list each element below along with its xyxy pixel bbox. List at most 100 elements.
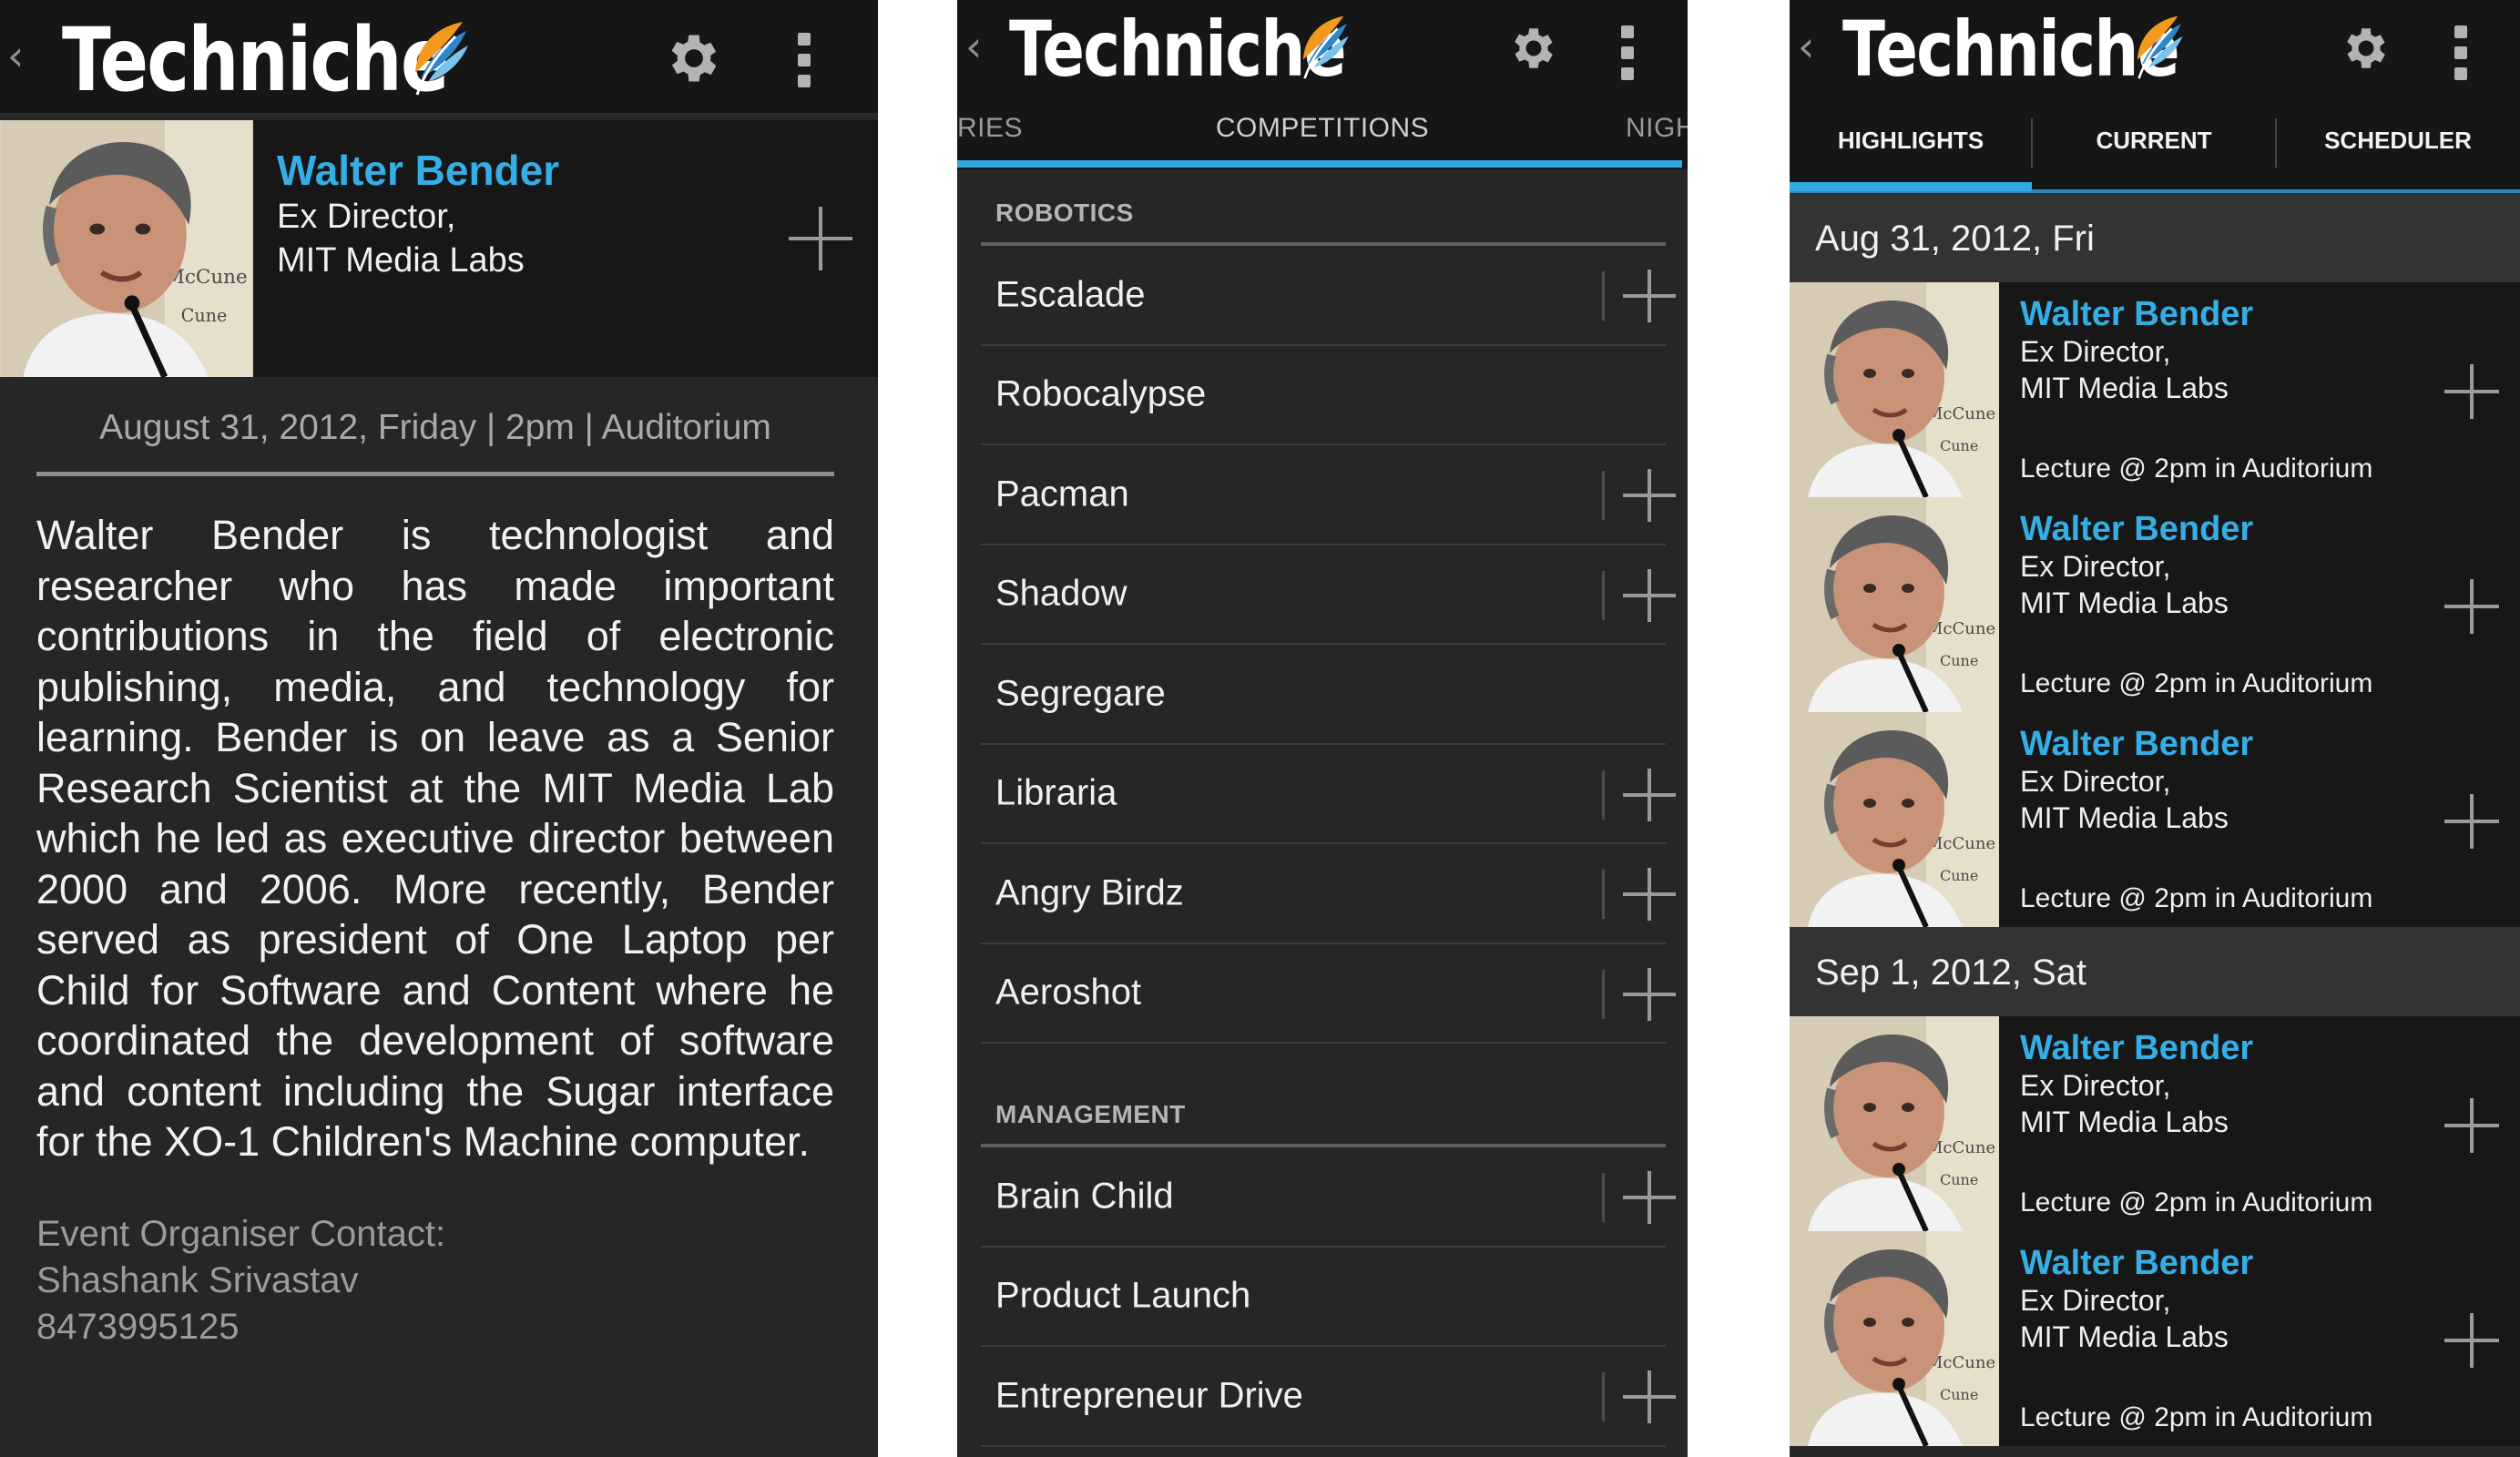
event-speaker-role: Ex Director, MIT Media Labs — [2020, 333, 2229, 406]
speaker-header: Walter Bender Ex Director, MIT Media Lab… — [0, 120, 878, 377]
event-card[interactable]: Walter Bender Ex Director, MIT Media Labs L… — [1790, 497, 2520, 712]
gear-icon[interactable] — [663, 27, 725, 89]
tab-scheduler[interactable]: SCHEDULER — [2276, 95, 2520, 186]
competition-label: Pacman — [995, 474, 1129, 515]
speaker-role: Ex Director, MIT Media Labs — [277, 195, 525, 282]
overflow-menu-icon[interactable] — [2454, 25, 2469, 88]
gear-icon[interactable] — [1507, 22, 1560, 75]
feather-logo-icon — [2131, 13, 2186, 80]
app-brand-title[interactable]: Techniche — [1842, 11, 2180, 87]
speaker-photo — [0, 120, 253, 377]
row-divider — [1602, 969, 1605, 1019]
competition-row[interactable]: Entrepreneur Drive — [981, 1347, 1676, 1447]
section-header: MANAGEMENT — [981, 1071, 1666, 1147]
back-caret-icon[interactable]: ‹ — [1798, 25, 1814, 67]
overflow-menu-icon[interactable] — [798, 33, 812, 96]
plus-icon[interactable] — [2444, 794, 2499, 849]
competition-row[interactable]: Brain Child — [981, 1147, 1676, 1248]
back-caret-icon[interactable]: ‹ — [7, 35, 24, 76]
event-time: Lecture @ 2pm in Auditorium — [2020, 453, 2373, 484]
row-divider — [1602, 1372, 1605, 1421]
competition-label: Libraria — [995, 772, 1117, 813]
tab-highlights[interactable]: HIGHLIGHTS — [1790, 95, 2032, 186]
feather-logo-icon — [1297, 13, 1352, 80]
schedule-tabs: HIGHLIGHTS CURRENT SCHEDULER — [1790, 95, 2520, 193]
event-speaker-name: Walter Bender — [2020, 510, 2254, 548]
app-brand-title[interactable]: Techniche — [62, 16, 449, 104]
event-speaker-role: Ex Director, MIT Media Labs — [2020, 1282, 2229, 1355]
action-bar: ‹ Techniche — [1790, 0, 2520, 95]
competition-row[interactable]: Escalade — [981, 246, 1676, 346]
row-divider — [1602, 570, 1605, 620]
section-title: ROBOTICS — [995, 199, 1134, 227]
event-card[interactable]: Walter Bender Ex Director, MIT Media Labs L… — [1790, 712, 2520, 927]
event-card[interactable]: Walter Bender Ex Director, MIT Media Labs L… — [1790, 282, 2520, 497]
competition-label: Segregare — [995, 673, 1166, 714]
section-header: ROBOTICS — [981, 169, 1666, 246]
competition-row[interactable]: Product Launch — [981, 1248, 1666, 1347]
plus-icon[interactable] — [1623, 1171, 1676, 1224]
contact-label: Event Organiser Contact: — [36, 1214, 446, 1254]
plus-icon[interactable] — [1623, 868, 1676, 921]
tab-current[interactable]: CURRENT — [2032, 95, 2276, 186]
event-speaker-role: Ex Director, MIT Media Labs — [2020, 763, 2229, 836]
competition-row[interactable]: Aeroshot — [981, 944, 1676, 1044]
day-label: Aug 31, 2012, Fri — [1815, 219, 2095, 259]
plus-icon[interactable] — [1623, 768, 1676, 821]
speaker-detail-screen: ‹ Techniche Walter Bender Ex Director, M… — [0, 0, 878, 1457]
overflow-menu-icon[interactable] — [1621, 25, 1636, 88]
speaker-photo — [1790, 497, 1999, 712]
competition-label: Product Launch — [995, 1275, 1251, 1316]
event-speaker-name: Walter Bender — [2020, 1029, 2254, 1067]
event-speaker-role: Ex Director, MIT Media Labs — [2020, 548, 2229, 621]
app-brand-title[interactable]: Techniche — [1009, 11, 1347, 87]
role-line2: MIT Media Labs — [2020, 801, 2229, 834]
tab-next[interactable]: NIGH — [1626, 113, 1688, 144]
plus-icon[interactable] — [2444, 364, 2499, 419]
plus-icon[interactable] — [1623, 967, 1676, 1021]
category-tabs: RIES COMPETITIONS NIGH — [957, 95, 1688, 169]
competition-label: Angry Birdz — [995, 872, 1184, 913]
speaker-role-line2: MIT Media Labs — [277, 241, 525, 280]
role-line1: Ex Director, — [2020, 550, 2171, 583]
action-bar: ‹ Techniche — [957, 0, 1688, 95]
competition-row[interactable]: Shadow — [981, 545, 1676, 645]
plus-icon[interactable] — [2444, 1313, 2499, 1368]
competition-row[interactable]: Pacman — [981, 445, 1676, 545]
competition-row[interactable]: Robocalypse — [981, 346, 1666, 445]
role-line1: Ex Director, — [2020, 765, 2171, 798]
event-speaker-name: Walter Bender — [2020, 725, 2254, 763]
speaker-photo — [1790, 712, 1999, 927]
event-time: Lecture @ 2pm in Auditorium — [2020, 883, 2373, 913]
speaker-name: Walter Bender — [277, 147, 560, 194]
plus-icon[interactable] — [2444, 579, 2499, 634]
competition-label: Aeroshot — [995, 972, 1142, 1013]
competitions-screen: ‹ Techniche RIES COMPETITIONS NIGH ROBOT… — [957, 0, 1688, 1457]
add-to-schedule-button[interactable] — [789, 207, 852, 270]
tab-indicator — [957, 160, 1682, 168]
contact-phone[interactable]: 8473995125 — [36, 1304, 445, 1350]
plus-icon[interactable] — [1623, 1370, 1676, 1423]
plus-icon[interactable] — [1623, 469, 1676, 522]
plus-icon[interactable] — [1623, 270, 1676, 322]
competition-row[interactable]: Angry Birdz — [981, 844, 1676, 944]
tab-competitions[interactable]: COMPETITIONS — [957, 113, 1688, 144]
event-time: Lecture @ 2pm in Auditorium — [2020, 668, 2373, 698]
back-caret-icon[interactable]: ‹ — [965, 25, 982, 67]
event-info: August 31, 2012, Friday | 2pm | Auditori… — [99, 408, 771, 447]
competition-label: Shadow — [995, 573, 1127, 614]
schedule-screen: ‹ Techniche HIGHLIGHTS CURRENT SCHEDULER… — [1790, 0, 2520, 1457]
competition-label: Escalade — [995, 274, 1146, 315]
competition-row[interactable]: Libraria — [981, 745, 1676, 844]
event-card[interactable]: Walter Bender Ex Director, MIT Media Labs L… — [1790, 1231, 2520, 1446]
speaker-photo — [1790, 1016, 1999, 1231]
row-divider — [1602, 769, 1605, 820]
plus-icon[interactable] — [2444, 1098, 2499, 1153]
event-card[interactable]: Walter Bender Ex Director, MIT Media Labs L… — [1790, 1016, 2520, 1231]
event-speaker-name: Walter Bender — [2020, 1244, 2254, 1282]
competition-row[interactable]: Segregare — [981, 645, 1666, 745]
row-divider — [1602, 471, 1605, 520]
gear-icon[interactable] — [2340, 22, 2392, 75]
plus-icon[interactable] — [1623, 568, 1676, 622]
